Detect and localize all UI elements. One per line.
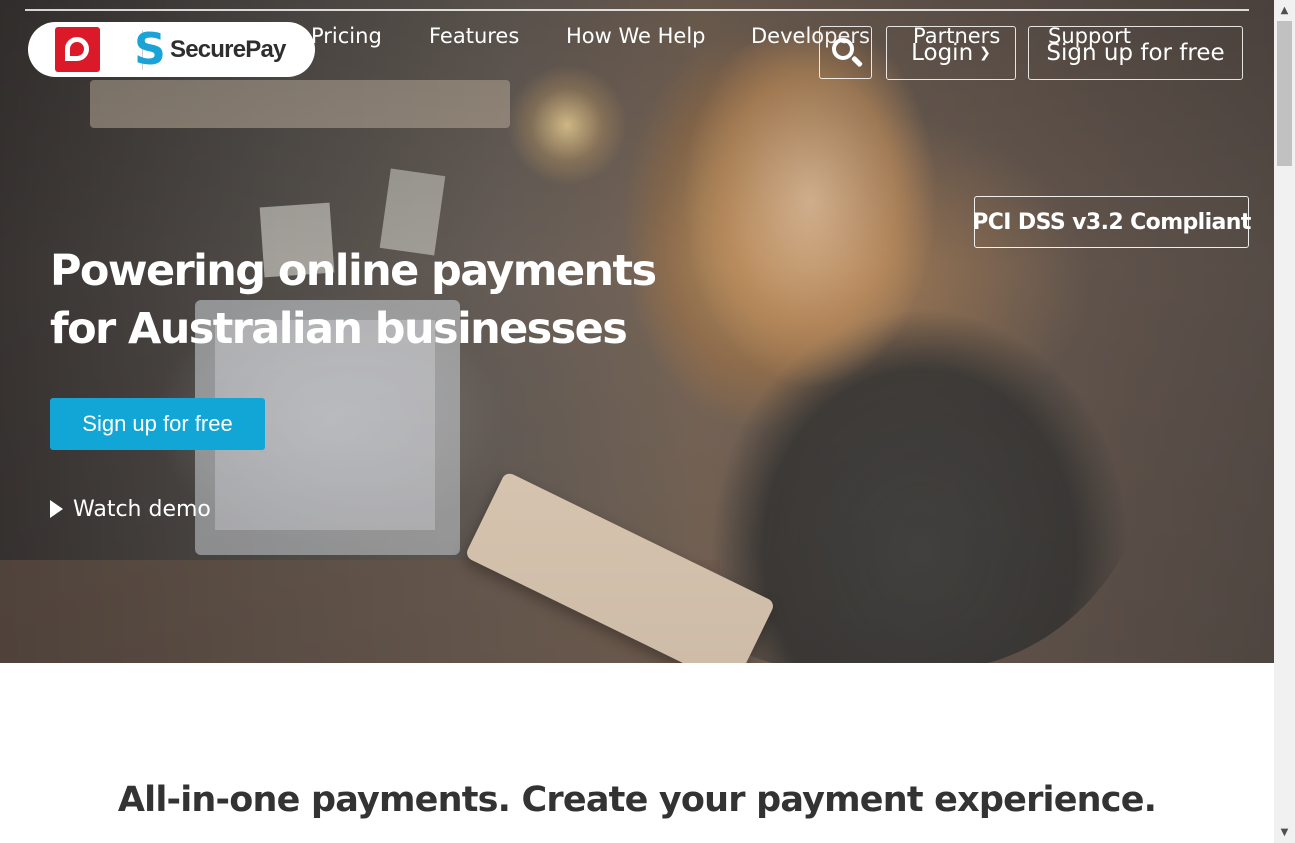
header-signup-button[interactable]: Sign up for free <box>1028 26 1243 80</box>
search-button[interactable] <box>819 26 872 79</box>
play-icon <box>50 500 63 518</box>
chevron-down-icon: ❯ <box>979 45 991 61</box>
scroll-down-arrow-icon[interactable]: ▼ <box>1274 822 1295 843</box>
section-tagline: All-in-one payments. Create your payment… <box>117 780 1157 820</box>
nav-link-how-we-help[interactable]: How We Help <box>566 24 706 48</box>
watch-demo-label: Watch demo <box>73 496 211 522</box>
pci-compliance-badge: PCI DSS v3.2 Compliant <box>972 196 1251 248</box>
hero-headline: Powering online payments for Australian … <box>50 242 690 358</box>
nav-link-features[interactable]: Features <box>429 24 519 48</box>
vertical-scrollbar[interactable]: ▲ ▼ <box>1274 0 1295 843</box>
hero-headline-line-2: for Australian businesses <box>50 304 628 354</box>
login-button[interactable]: Login ❯ <box>886 26 1016 80</box>
hero-banner: S SecurePay Pricing Features How We Help… <box>0 0 1274 663</box>
page: S SecurePay Pricing Features How We Help… <box>0 0 1295 843</box>
scrollbar-thumb[interactable] <box>1277 21 1292 166</box>
nav-link-pricing[interactable]: Pricing <box>311 24 382 48</box>
hero-signup-button[interactable]: Sign up for free <box>50 398 265 450</box>
watch-demo-link[interactable]: Watch demo <box>50 492 211 526</box>
scroll-up-arrow-icon[interactable]: ▲ <box>1274 0 1295 21</box>
login-label: Login <box>911 40 974 66</box>
hero-headline-line-1: Powering online payments <box>50 246 657 296</box>
header-divider <box>25 9 1249 11</box>
